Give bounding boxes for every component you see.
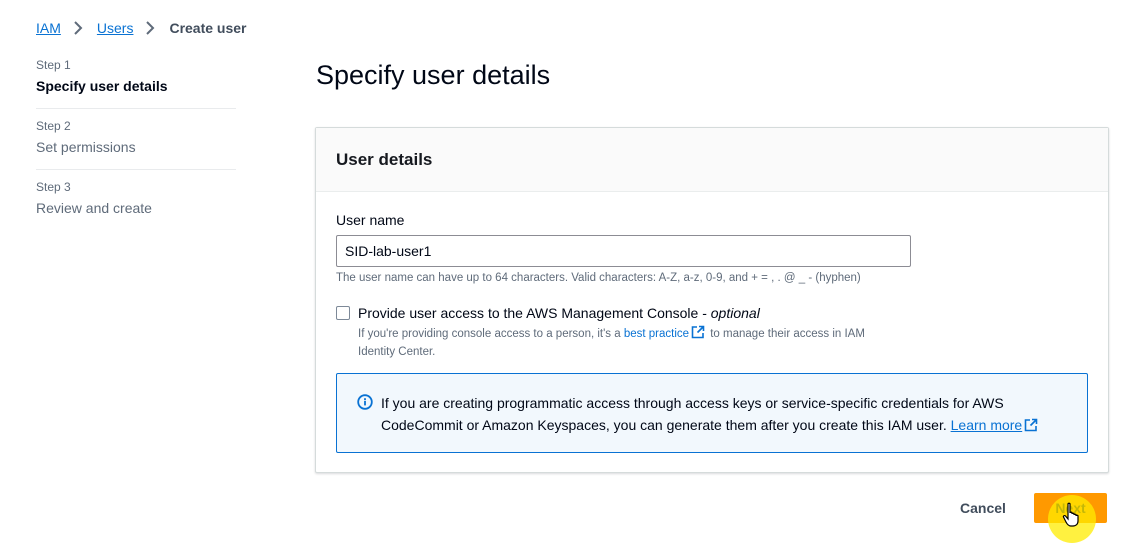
optional-tag: optional: [710, 305, 760, 321]
info-alert: If you are creating programmatic access …: [336, 373, 1088, 453]
step-title-specify-user-details[interactable]: Specify user details: [36, 78, 236, 94]
chevron-right-icon: [67, 19, 91, 37]
info-alert-text: If you are creating programmatic access …: [381, 392, 1067, 438]
step-number: Step 3: [36, 180, 71, 194]
external-link-icon[interactable]: [1024, 416, 1038, 438]
cancel-button[interactable]: Cancel: [946, 493, 1020, 523]
step-title-review-and-create[interactable]: Review and create: [36, 200, 236, 216]
breadcrumb-current: Create user: [169, 20, 247, 36]
best-practice-link[interactable]: best practice: [624, 328, 689, 340]
next-button[interactable]: Next: [1034, 493, 1107, 523]
username-hint: The user name can have up to 64 characte…: [336, 272, 861, 284]
console-access-label[interactable]: Provide user access to the AWS Managemen…: [358, 305, 760, 321]
step-number: Step 2: [36, 119, 71, 133]
wizard-steps: Step 1 Specify user details Step 2 Set p…: [36, 58, 236, 240]
console-access-checkbox[interactable]: [336, 306, 350, 320]
wizard-step-2: Step 2 Set permissions: [36, 119, 236, 170]
info-icon: [357, 394, 373, 415]
console-access-description: If you're providing console access to a …: [358, 325, 898, 360]
breadcrumb-link-iam[interactable]: IAM: [36, 20, 61, 36]
desc-text-before: If you're providing console access to a …: [358, 328, 624, 340]
user-details-container: User details User name The user name can…: [315, 127, 1109, 473]
wizard-step-3: Step 3 Review and create: [36, 180, 236, 230]
page-title: Specify user details: [316, 60, 551, 90]
chevron-right-icon: [139, 19, 163, 37]
container-header: User details: [316, 128, 1108, 192]
container-title: User details: [336, 149, 433, 169]
learn-more-link[interactable]: Learn more: [951, 417, 1023, 433]
console-access-label-text: Provide user access to the AWS Managemen…: [358, 305, 711, 321]
username-label: User name: [336, 212, 405, 228]
breadcrumb: IAM Users Create user: [36, 19, 247, 37]
external-link-icon[interactable]: [691, 325, 705, 344]
info-message: If you are creating programmatic access …: [381, 395, 1004, 433]
wizard-step-1: Step 1 Specify user details: [36, 58, 236, 109]
breadcrumb-link-users[interactable]: Users: [97, 20, 134, 36]
step-number: Step 1: [36, 58, 71, 72]
username-input[interactable]: [336, 235, 911, 267]
step-title-set-permissions[interactable]: Set permissions: [36, 139, 236, 155]
